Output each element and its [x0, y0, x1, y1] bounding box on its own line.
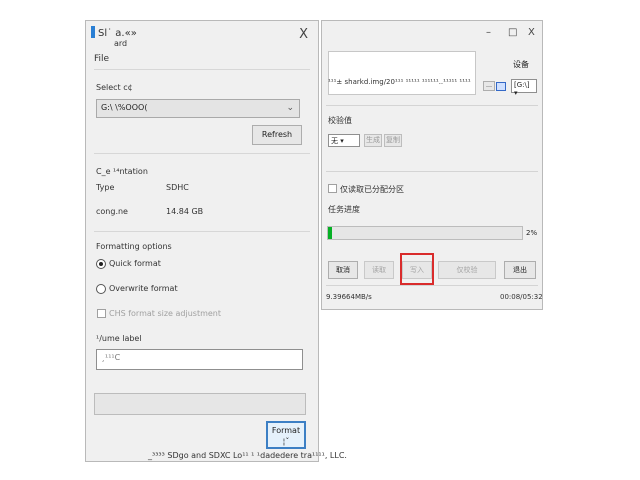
format-button-label: Format	[271, 426, 301, 435]
volume-label-input[interactable]: ¸¹¹¹C	[96, 349, 303, 370]
hash-label: 校验值	[328, 116, 352, 125]
volume-label: ¹/ume label	[96, 334, 142, 343]
device-label: 设备	[513, 60, 529, 69]
progress-fill	[328, 227, 332, 239]
refresh-button[interactable]: Refresh	[252, 125, 302, 145]
select-card-label: Select c¢	[96, 83, 133, 92]
progress-label: 任务进度	[328, 205, 360, 214]
format-progress-bar	[94, 393, 306, 415]
read-button[interactable]: 读取	[364, 261, 394, 279]
type-value: SDHC	[166, 183, 189, 192]
quick-format-radio[interactable]	[96, 259, 106, 269]
divider	[94, 153, 310, 154]
progress-percent: 2%	[526, 229, 538, 237]
format-button-label-line2: ¦ˇ	[282, 437, 290, 446]
divider	[94, 231, 310, 232]
chs-checkbox[interactable]	[97, 309, 106, 318]
divider	[326, 105, 538, 106]
overwrite-format-label: Overwrite format	[109, 284, 178, 293]
verify-only-button[interactable]: 仅校验	[438, 261, 496, 279]
close-icon[interactable]: X	[299, 27, 308, 42]
image-path-text: ¹¹¹± sharkd.img/20¹¹¹ ¹¹¹¹¹ ¹¹¹¹¹¹..¹¹¹¹…	[328, 78, 471, 86]
disk-imager-window: – □ X ¹¹¹± sharkd.img/20¹¹¹ ¹¹¹¹¹ ¹¹¹¹¹¹…	[321, 20, 543, 310]
speed-readout: 9.39664MB/s	[326, 293, 372, 301]
sd-formatter-window: Sl˙ a.«» ard X File Select c¢ G:\ \%OOO(…	[85, 20, 347, 462]
minimize-icon[interactable]: –	[486, 27, 491, 38]
copy-button[interactable]: 复制	[384, 134, 402, 147]
capacity-value: 14.84 GB	[166, 207, 204, 216]
image-file-field[interactable]	[328, 51, 476, 95]
format-button[interactable]: Format ¦ˇ	[266, 421, 306, 449]
read-partition-label: 仅读取已分配分区	[340, 185, 404, 194]
card-select[interactable]: G:\ \%OOO( ⌄	[96, 99, 300, 118]
hash-select[interactable]: 无 ▾	[328, 134, 360, 147]
browse-button[interactable]: …	[483, 81, 495, 91]
overwrite-format-radio[interactable]	[96, 284, 106, 294]
read-partition-checkbox[interactable]	[328, 184, 337, 193]
task-progress-bar	[327, 226, 523, 240]
menu-file[interactable]: File	[94, 54, 109, 64]
generate-button[interactable]: 生成	[364, 134, 382, 147]
window-title: Sl˙ a.«»	[91, 26, 137, 39]
chs-label: CHS format size adjustment	[109, 309, 222, 318]
formatting-heading: Formatting options	[96, 242, 172, 251]
divider	[326, 171, 538, 172]
divider	[326, 285, 538, 286]
copyright-footer: _³³³³ SDgo and SDXC Lo¹¹ ¹ ¹dadedere tra…	[148, 451, 347, 460]
exit-button[interactable]: 退出	[504, 261, 536, 279]
maximize-icon[interactable]: □	[508, 27, 517, 38]
quick-format-label: Quick format	[109, 259, 161, 268]
divider	[94, 69, 310, 70]
window-title-line2: ard	[114, 39, 128, 48]
time-readout: 00:08/05:32	[500, 293, 543, 301]
card-select-value: G:\ \%OOO(	[101, 103, 148, 112]
card-info-heading: C_e ¹⁴ntation	[96, 167, 148, 176]
folder-icon[interactable]	[496, 82, 506, 91]
type-label: Type	[96, 183, 115, 192]
capacity-label: cong.ne	[96, 207, 128, 216]
cancel-button[interactable]: 取消	[328, 261, 358, 279]
device-select[interactable]: [G:\] ▾	[511, 79, 537, 97]
app-icon	[91, 26, 95, 38]
close-icon[interactable]: X	[528, 27, 535, 38]
write-button-highlight	[400, 253, 434, 285]
chevron-down-icon: ⌄	[286, 103, 294, 113]
